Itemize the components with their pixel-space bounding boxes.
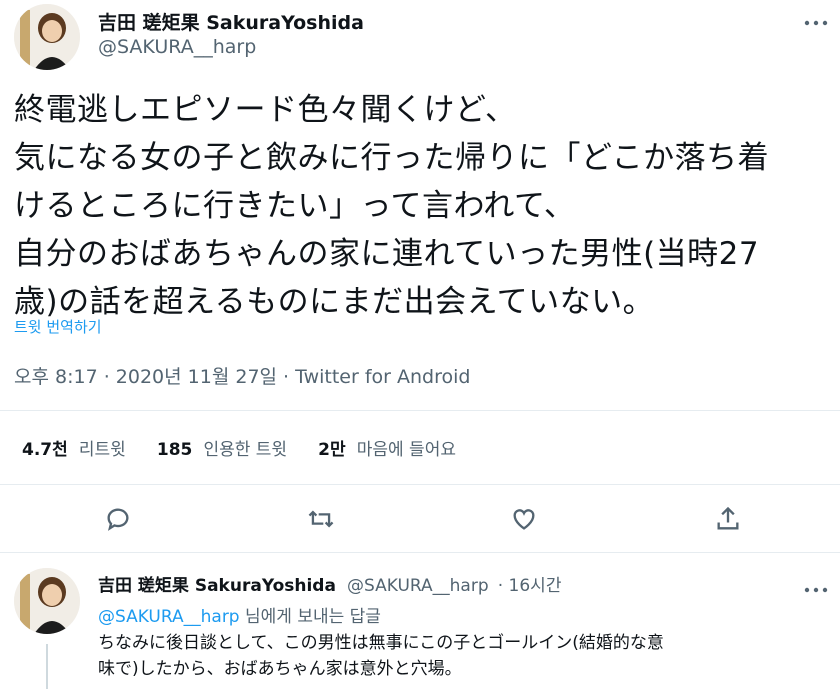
reply-line: 味で)したから、おばあちゃん家は意外と穴場。 xyxy=(98,659,462,679)
divider xyxy=(0,484,840,485)
reply-header: 吉田 瑳矩果 SakuraYoshida @SAKURA__harp · 16시… xyxy=(98,571,561,596)
reply-user-handle[interactable]: @SAKURA__harp xyxy=(347,576,489,596)
stats-row: 4.7천 리트윗 185 인용한 트윗 2만 마음에 들어요 xyxy=(22,435,456,460)
retweet-count[interactable]: 4.7천 리트윗 xyxy=(22,440,131,460)
avatar[interactable] xyxy=(14,4,80,70)
user-handle[interactable]: @SAKURA__harp xyxy=(98,36,256,58)
stat-number: 185 xyxy=(156,440,193,460)
tweet-timestamp[interactable]: 오후 8:17 · 2020년 11월 27일 · Twitter for An… xyxy=(14,362,470,389)
stat-label: 마음에 들어요 xyxy=(356,440,456,460)
stat-number: 4.7천 xyxy=(22,440,68,460)
reply-line: ちなみに後日談として、この男性は無事にこの子とゴールイン(結婚的な意 xyxy=(98,633,664,653)
display-name[interactable]: 吉田 瑳矩果 SakuraYoshida xyxy=(98,8,364,35)
action-bar xyxy=(0,500,840,540)
like-icon[interactable] xyxy=(510,505,538,537)
tweet-line: けるところに行きたい」って言われて、 xyxy=(14,188,576,224)
divider xyxy=(0,552,840,553)
tweet-line: 終電逃しエピソード色々聞くけど、 xyxy=(14,92,517,128)
reply-more-icon[interactable] xyxy=(804,575,828,600)
reply-time[interactable]: · 16시간 xyxy=(498,576,562,596)
tweet-text: 終電逃しエピソード色々聞くけど、 気になる女の子と飲みに行った帰りに「どこか落ち… xyxy=(14,86,834,326)
reply-avatar[interactable] xyxy=(14,568,80,634)
tweet-line: 歳)の話を超えるものにまだ出会えていない。 xyxy=(14,284,655,320)
stat-label: 리트윗 xyxy=(78,440,126,460)
like-count[interactable]: 2만 마음에 들어요 xyxy=(318,440,456,460)
replying-to: @SAKURA__harp 님에게 보내는 답글 xyxy=(98,602,381,627)
tweet-line: 自分のおばあちゃんの家に連れていった男性(当時27 xyxy=(14,236,760,272)
translate-tweet-link[interactable]: 트윗 번역하기 xyxy=(14,316,102,337)
stat-label: 인용한 트윗 xyxy=(203,440,288,460)
retweet-icon[interactable] xyxy=(306,505,336,537)
stat-number: 2만 xyxy=(318,440,346,460)
divider xyxy=(0,410,840,411)
reply-display-name[interactable]: 吉田 瑳矩果 SakuraYoshida xyxy=(98,576,336,596)
reply-icon[interactable] xyxy=(104,505,132,537)
quote-count[interactable]: 185 인용한 트윗 xyxy=(156,440,292,460)
reply-to-suffix: 님에게 보내는 답글 xyxy=(239,607,381,627)
more-icon[interactable] xyxy=(804,8,828,33)
tweet-line: 気になる女の子と飲みに行った帰りに「どこか落ち着 xyxy=(14,140,770,176)
reply-text: ちなみに後日談として、この男性は無事にこの子とゴールイン(結婚的な意 味で)した… xyxy=(98,630,838,682)
share-icon[interactable] xyxy=(714,505,742,537)
thread-line xyxy=(46,644,48,689)
reply-to-handle[interactable]: @SAKURA__harp xyxy=(98,607,240,627)
